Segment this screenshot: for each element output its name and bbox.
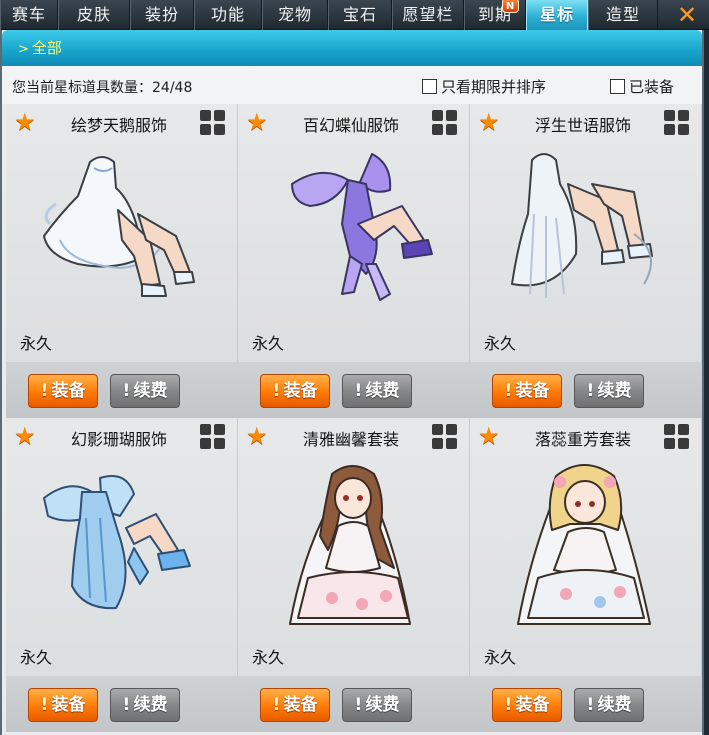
coral-dress-icon (43, 475, 191, 610)
grid-view-icon[interactable] (664, 424, 690, 450)
category-all[interactable]: > 全部 (18, 37, 62, 61)
item-card[interactable]: ★ 百幻蝶仙服饰 永久 ! 装备 ! 续费 (238, 104, 470, 418)
duration: 永久 (484, 334, 517, 353)
tab-dressup[interactable]: 装扮 (130, 0, 194, 30)
item-name: 浮生世语服饰 (534, 116, 631, 135)
filter-equipped-label: 已装备 (629, 78, 675, 96)
category-bar: > 全部 (2, 30, 702, 66)
tab-wishlist[interactable]: 愿望栏 (392, 0, 464, 30)
card-footer: ! 装备 ! 续费 (470, 676, 702, 732)
card-footer: ! 装备 ! 续费 (238, 676, 470, 732)
star-icon[interactable]: ★ (14, 110, 38, 134)
grid-view-icon[interactable] (432, 424, 458, 450)
duration: 永久 (20, 334, 53, 353)
duration: 永久 (252, 334, 285, 353)
item-card[interactable]: ★ 绘梦天鹅服饰 永久 ! 装备 ! 续费 (6, 104, 238, 418)
tab-skin[interactable]: 皮肤 (58, 0, 130, 30)
equip-button[interactable]: ! 装备 (260, 688, 330, 722)
duration: 永久 (252, 648, 285, 667)
star-icon[interactable]: ★ (478, 110, 502, 134)
card-header: ★ 浮生世语服饰 (470, 104, 702, 138)
item-grid: ★ 绘梦天鹅服饰 永久 ! 装备 ! 续费 ★ 百幻蝶仙服饰 永久 ! 装备 !… (6, 104, 702, 732)
card-header: ★ 清雅幽馨套装 (238, 418, 470, 452)
bride-blonde-icon (517, 464, 651, 625)
item-name: 落蕊重芳套装 (534, 430, 631, 449)
star-icon[interactable]: ★ (246, 424, 270, 448)
bride-brunette-icon (289, 465, 411, 625)
card-header: ★ 幻影珊瑚服饰 (6, 418, 238, 452)
card-header: ★ 绘梦天鹅服饰 (6, 104, 238, 138)
category-all-label: 全部 (31, 39, 62, 57)
tab-function[interactable]: 功能 (194, 0, 262, 30)
grid-view-icon[interactable] (432, 110, 458, 136)
tab-bar: 赛车 皮肤 装扮 功能 宠物 宝石 愿望栏 到期 N 星标 造型 ✕ (0, 0, 709, 30)
inventory-window: > 全部 您当前星标道具数量：24/48 只看期限并排序 已装备 ★ 绘梦天鹅服饰 (0, 30, 704, 735)
toolbar: 您当前星标道具数量：24/48 只看期限并排序 已装备 (2, 66, 702, 104)
tab-starred[interactable]: 星标 (526, 0, 588, 30)
equip-button[interactable]: ! 装备 (492, 688, 562, 722)
item-name: 绘梦天鹅服饰 (70, 116, 167, 135)
tab-gem[interactable]: 宝石 (328, 0, 392, 30)
renew-button[interactable]: ! 续费 (110, 374, 180, 408)
equip-button[interactable]: ! 装备 (28, 688, 98, 722)
item-card[interactable]: ★ 幻影珊瑚服饰 永久 ! 装备 ! 续费 (6, 418, 238, 732)
duration: 永久 (20, 648, 53, 667)
filter-expiring[interactable]: 只看期限并排序 (422, 76, 547, 96)
item-name: 清雅幽馨套装 (302, 430, 399, 449)
card-header: ★ 百幻蝶仙服饰 (238, 104, 470, 138)
grid-view-icon[interactable] (200, 424, 226, 450)
filter-expiring-checkbox[interactable] (422, 79, 437, 94)
tab-pet[interactable]: 宠物 (262, 0, 328, 30)
grid-view-icon[interactable] (664, 110, 690, 136)
close-icon[interactable]: ✕ (673, 1, 701, 29)
duration: 永久 (484, 648, 517, 667)
item-name: 幻影珊瑚服饰 (70, 430, 167, 449)
starred-count: 您当前星标道具数量：24/48 (12, 80, 193, 96)
filter-expiring-label: 只看期限并排序 (441, 78, 547, 96)
butterfly-fairy-outfit-icon (291, 153, 433, 301)
item-name: 百幻蝶仙服饰 (302, 116, 399, 135)
renew-button[interactable]: ! 续费 (342, 374, 412, 408)
equip-button[interactable]: ! 装备 (492, 374, 562, 408)
veil-gown-icon (511, 153, 653, 298)
chevron-right-icon: > (18, 42, 29, 57)
filter-equipped[interactable]: 已装备 (610, 76, 675, 96)
star-icon[interactable]: ★ (14, 424, 38, 448)
star-icon[interactable]: ★ (478, 424, 502, 448)
tab-expiring[interactable]: 到期 N (464, 0, 526, 30)
filter-equipped-checkbox[interactable] (610, 79, 625, 94)
equip-button[interactable]: ! 装备 (28, 374, 98, 408)
card-footer: ! 装备 ! 续费 (6, 362, 238, 418)
renew-button[interactable]: ! 续费 (342, 688, 412, 722)
card-footer: ! 装备 ! 续费 (238, 362, 470, 418)
card-footer: ! 装备 ! 续费 (6, 676, 238, 732)
renew-button[interactable]: ! 续费 (110, 688, 180, 722)
card-header: ★ 落蕊重芳套装 (470, 418, 702, 452)
grid-view-icon[interactable] (200, 110, 226, 136)
item-card[interactable]: ★ 清雅幽馨套装 永久 ! 装备 ! 续费 (238, 418, 470, 732)
item-card[interactable]: ★ 落蕊重芳套装 永久 ! 装备 ! 续费 (470, 418, 702, 732)
item-card[interactable]: ★ 浮生世语服饰 永久 ! 装备 ! 续费 (470, 104, 702, 418)
tab-style[interactable]: 造型 (588, 0, 658, 30)
tab-racecar[interactable]: 赛车 (0, 0, 58, 30)
renew-button[interactable]: ! 续费 (574, 374, 644, 408)
swan-dress-icon (43, 156, 195, 297)
star-icon[interactable]: ★ (246, 110, 270, 134)
card-footer: ! 装备 ! 续费 (470, 362, 702, 418)
new-badge: N (502, 0, 519, 13)
renew-button[interactable]: ! 续费 (574, 688, 644, 722)
equip-button[interactable]: ! 装备 (260, 374, 330, 408)
